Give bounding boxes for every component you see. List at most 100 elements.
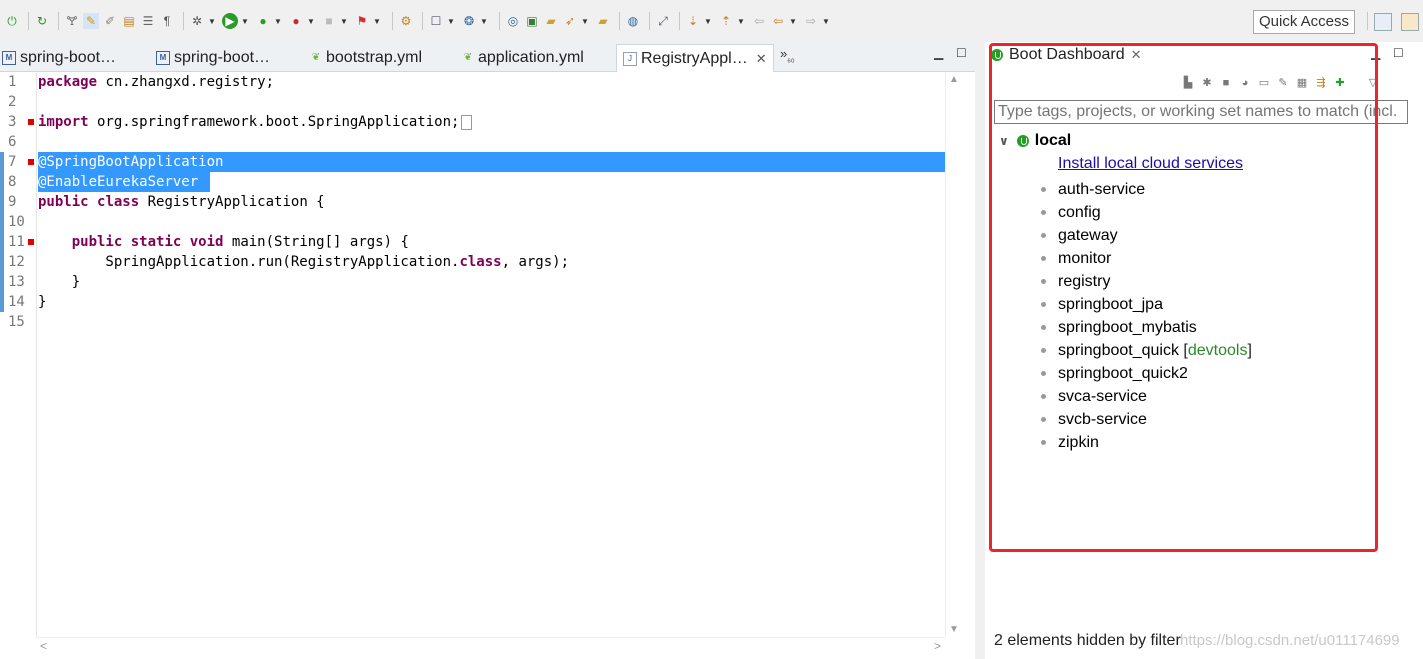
tab-overflow-chevron[interactable]: »₆₀ (780, 46, 795, 64)
chevron-down-icon[interactable]: ▼ (737, 13, 745, 29)
open-type-icon[interactable]: ⚙ (398, 13, 414, 29)
list-item[interactable]: registry (1041, 270, 1110, 293)
tab-boot-dashboard[interactable]: Boot Dashboard ✕ (991, 46, 1142, 64)
tab-application-yml[interactable]: ❦ application.yml (462, 44, 584, 71)
collapse-icon[interactable]: ⇶ (1314, 76, 1328, 90)
list-item[interactable]: zipkin (1041, 431, 1099, 454)
new-class-icon[interactable]: ❂ (461, 13, 477, 29)
filter-input[interactable] (994, 100, 1408, 124)
scroll-up-icon[interactable]: ▲ (949, 74, 959, 85)
filter-status-text: 2 elements hidden by filter (994, 632, 1181, 649)
folder-open-icon[interactable]: ▰ (595, 13, 611, 29)
chevron-down-icon[interactable]: ▼ (241, 13, 249, 29)
open-perspective-icon[interactable] (1374, 13, 1392, 31)
pen-icon[interactable]: ✎ (83, 13, 99, 29)
maximize-icon[interactable]: ☐ (956, 46, 967, 60)
scroll-down-icon[interactable]: ▼ (949, 624, 959, 635)
search-icon[interactable]: ⤢ (655, 13, 671, 29)
close-icon[interactable]: ✕ (1131, 47, 1142, 63)
new-icon[interactable]: ↻ (34, 13, 50, 29)
globe-icon[interactable]: ◍ (625, 13, 641, 29)
folder-icon[interactable]: ▰ (543, 13, 559, 29)
debug-start-icon[interactable]: ✱ (1200, 76, 1214, 90)
tab-bootstrap-yml[interactable]: ❦ bootstrap.yml (310, 44, 422, 71)
app-name: monitor (1058, 250, 1112, 267)
start-icon[interactable]: ▙ (1181, 76, 1195, 90)
external-tools-icon[interactable]: ● (288, 13, 304, 29)
chevron-down-icon[interactable]: ▼ (340, 13, 348, 29)
console-icon[interactable]: ▭ (1257, 76, 1271, 90)
next-annotation-icon[interactable]: ⇣ (685, 13, 701, 29)
horizontal-scrollbar[interactable]: < > (36, 637, 945, 656)
list-item[interactable]: springboot_quick [devtools] (1041, 339, 1252, 362)
maximize-icon[interactable]: ☐ (1393, 46, 1404, 60)
tree-root-local[interactable]: ∨ local (999, 132, 1071, 150)
chevron-down-icon[interactable]: ▼ (208, 13, 216, 29)
dashboard-title: Boot Dashboard (1009, 46, 1125, 63)
code-text: org.springframework.boot.SpringApplicati… (88, 114, 460, 130)
list-item[interactable]: auth-service (1041, 178, 1145, 201)
dashboard-tab-bar: Boot Dashboard ✕ ▁ ☐ (985, 42, 1423, 71)
tab-pom-2[interactable]: M spring-boot… (156, 44, 270, 71)
vertical-scrollbar[interactable]: ▲ ▼ (945, 72, 964, 637)
chevron-down-icon[interactable]: ▼ (822, 13, 830, 29)
quick-access-field[interactable]: Quick Access (1253, 10, 1355, 34)
coverage-icon[interactable]: ● (255, 13, 271, 29)
open-browser-icon[interactable]: ◕ (1238, 76, 1252, 90)
chevron-down-icon[interactable]: ▼ (447, 13, 455, 29)
chevron-down-icon[interactable]: ▼ (274, 13, 282, 29)
install-cloud-services-link[interactable]: Install local cloud services (1058, 155, 1243, 173)
close-icon[interactable]: ✕ (756, 51, 767, 67)
minimize-icon[interactable]: ▁ (934, 46, 943, 60)
last-edit-icon[interactable]: ⇦ (751, 13, 767, 29)
list-item[interactable]: gateway (1041, 224, 1118, 247)
pilcrow-icon[interactable]: ¶ (159, 13, 175, 29)
line-number: 6 (8, 134, 17, 150)
list-item[interactable]: config (1041, 201, 1101, 224)
watermark: https://blog.csdn.net/u011174699 (1180, 632, 1400, 649)
list-icon[interactable]: ☰ (140, 13, 156, 29)
java-perspective-icon[interactable] (1401, 13, 1419, 31)
java-editor[interactable]: 1 2 3 6 7 8 9 10 11 12 13 14 15 package … (0, 72, 975, 659)
doc-icon[interactable]: ▤ (121, 13, 137, 29)
list-item[interactable]: monitor (1041, 247, 1111, 270)
run-icon[interactable]: ▶ (222, 13, 238, 29)
prev-annotation-icon[interactable]: ⇡ (718, 13, 734, 29)
edit-icon[interactable]: ✎ (1276, 76, 1290, 90)
browse-icon[interactable]: ◎ (505, 13, 521, 29)
minimize-icon[interactable]: ▁ (1371, 46, 1380, 60)
list-item[interactable]: springboot_jpa (1041, 293, 1163, 316)
edit-icon[interactable]: ✐ (102, 13, 118, 29)
chevron-down-icon[interactable]: ▼ (704, 13, 712, 29)
list-item[interactable]: svca-service (1041, 385, 1147, 408)
tab-pom-1[interactable]: M spring-boot… (2, 44, 116, 71)
back-icon[interactable]: ⇦ (770, 13, 786, 29)
list-item[interactable]: springboot_mybatis (1041, 316, 1197, 339)
stop-icon[interactable]: ■ (1219, 76, 1233, 90)
stop-icon[interactable]: ■ (321, 13, 337, 29)
add-icon[interactable]: ✚ (1333, 76, 1347, 90)
folded-imports-indicator[interactable] (461, 114, 473, 130)
list-item[interactable]: springboot_quick2 (1041, 362, 1188, 385)
pane-divider[interactable] (975, 42, 985, 659)
link-icon[interactable]: 🝖 (64, 13, 80, 29)
tab-registry-application[interactable]: J RegistryAppl… ✕ (616, 44, 774, 72)
chevron-down-icon[interactable]: ▼ (307, 13, 315, 29)
stop-red-icon[interactable]: ⚑ (354, 13, 370, 29)
forward-icon[interactable]: ⇨ (803, 13, 819, 29)
view-menu-icon[interactable]: ▽ (1366, 76, 1380, 90)
new-java-icon[interactable]: ☐ (428, 13, 444, 29)
spring-boot-icon[interactable]: ⏻ (4, 13, 20, 29)
chevron-down-icon[interactable]: ▼ (581, 13, 589, 29)
chevron-down-icon[interactable]: ▼ (373, 13, 381, 29)
open-folder-icon[interactable]: ▣ (524, 13, 540, 29)
debug-icon[interactable]: ✲ (189, 13, 205, 29)
chevron-down-icon[interactable]: ∨ (999, 134, 1009, 148)
scroll-right-icon[interactable]: > (934, 639, 941, 653)
properties-icon[interactable]: ▦ (1295, 76, 1309, 90)
rocket-icon[interactable]: ➶ (562, 13, 578, 29)
chevron-down-icon[interactable]: ▼ (480, 13, 488, 29)
chevron-down-icon[interactable]: ▼ (789, 13, 797, 29)
list-item[interactable]: svcb-service (1041, 408, 1147, 431)
scroll-left-icon[interactable]: < (40, 639, 47, 653)
